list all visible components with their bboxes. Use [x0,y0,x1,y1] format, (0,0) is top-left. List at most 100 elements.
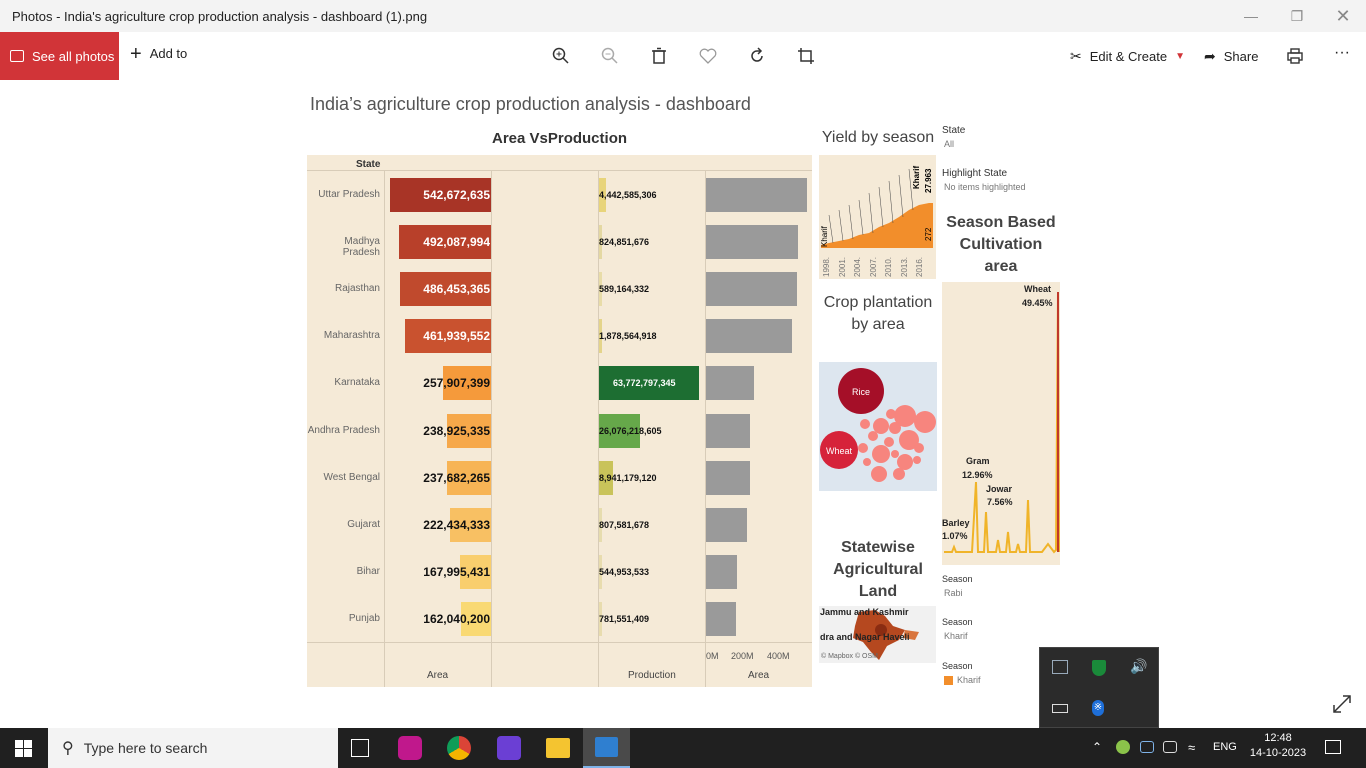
crop-bubble-chart: Rice Wheat [820,368,936,482]
state-filter-value[interactable]: All [944,139,954,149]
area-gray-bar[interactable] [706,272,797,306]
window-title: Photos - India's agriculture crop produc… [12,9,428,24]
state-column-header: State [356,159,381,170]
footer-divider [307,642,812,643]
language-indicator[interactable]: ENG [1213,741,1237,753]
state-label: Punjab [348,613,380,625]
zoom-out-icon[interactable] [600,46,620,66]
area-gray-bar[interactable] [706,177,807,212]
yield-year-label: 2004. [853,256,862,277]
cloud-sync-icon[interactable] [1163,741,1177,753]
production-value-label: 781,551,409 [599,614,650,625]
season-label-barley: Barley [942,518,970,528]
area-value-label: 167,995,431 [423,565,490,580]
windows-start-icon[interactable] [15,740,32,757]
bluetooth-icon[interactable]: ※ [1092,700,1104,716]
area-gray-bar[interactable] [706,319,792,354]
taskbar-search-box[interactable]: ⚲ Type here to search [48,728,338,768]
highlight-state-label: Highlight State [942,168,1008,179]
yield-year-label: 2001. [837,256,847,277]
highlight-state-value[interactable]: No items highlighted [944,182,1026,192]
photos-app-icon [595,737,618,757]
state-label: Madhya Pradesh [342,235,380,258]
production-value-label: 8,941,179,120 [599,472,657,483]
production-value-label: 807,581,678 [599,520,650,530]
add-to-button[interactable]: + Add to [130,42,187,65]
windows-taskbar: ⚲ Type here to search ⌃ ≈ ENG 12:48 14-1… [0,728,1366,768]
season-filter-value[interactable]: Rabi [944,588,963,598]
maximize-button[interactable]: ❐ [1274,0,1320,32]
dashboard-title: India’s agriculture crop production anal… [310,94,751,114]
clock[interactable]: 12:48 14-10-2023 [1248,732,1308,759]
area-gray-bar[interactable] [706,508,747,542]
grid-divider [491,170,492,687]
area-value-label: 542,672,635 [423,187,490,202]
yield-year-label: 2010. [884,256,893,277]
area-gray-bar[interactable] [706,602,736,637]
yield-year-label: 1998. [822,256,831,277]
onedrive-icon[interactable] [1140,741,1154,753]
area-gray-bar[interactable] [706,366,754,401]
season-legend-item[interactable]: Kharif [944,675,981,685]
see-all-photos-button[interactable]: See all photos [0,32,119,80]
rotate-icon[interactable] [747,46,767,66]
season-label-wheat: Wheat [1024,284,1051,294]
statewise-land-title: Statewise Agricultural Land [833,539,923,600]
yield-kharif-label: Kharif [912,166,921,189]
wps-office-icon[interactable] [398,736,422,760]
area-gray-bar[interactable] [706,460,750,495]
yield-value-label: 27.963 [924,168,933,193]
share-button[interactable]: ➦ Share [1204,48,1258,65]
area-gray-bar[interactable] [706,555,737,590]
more-options-button[interactable]: ··· [1334,44,1350,62]
map-credit: © Mapbox © OSM [821,653,878,660]
chrome-icon[interactable] [447,736,471,760]
grid-divider [384,170,385,687]
expand-icon[interactable] [1332,694,1352,714]
zoom-in-icon[interactable] [551,46,571,66]
file-explorer-icon[interactable] [546,738,570,758]
production-value-label: 544,953,533 [599,567,650,578]
area-value-label: 257,907,399 [423,376,490,391]
photos-taskbar-button[interactable] [583,728,630,768]
season-label-gram: Gram [966,456,990,466]
app-icon-p[interactable] [497,736,521,760]
task-view-icon[interactable] [351,739,369,757]
map-label-dnh: dra and Nagar Haveli [820,632,910,642]
battery-icon[interactable] [1052,704,1068,713]
production-value-label: 1,878,564,918 [599,331,657,342]
season-label-jowar-pct: 7.56% [987,497,1013,507]
clock-date: 14-10-2023 [1249,747,1307,759]
axis-tick: 400M [767,651,790,661]
state-label: Karnataka [334,377,380,389]
see-all-photos-label: See all photos [32,48,115,64]
minimize-button[interactable]: — [1228,0,1274,32]
close-button[interactable]: ✕ [1320,0,1366,32]
tray-app-icon[interactable] [1116,740,1130,754]
production-value-label: 824,851,676 [599,236,650,247]
chevron-up-icon[interactable]: ⌃ [1092,740,1102,754]
wifi-icon[interactable]: ≈ [1188,740,1195,755]
clock-time: 12:48 [1264,732,1292,744]
photos-toolbar: See all photos + Add to ✂ Edit & Create … [0,32,1366,80]
display-icon[interactable] [1052,660,1068,674]
print-icon[interactable] [1285,46,1305,66]
production-value-label: 4,442,585,306 [599,189,657,200]
legend-swatch [944,675,953,685]
delete-icon[interactable] [649,46,669,66]
state-label: Andhra Pradesh [307,424,380,436]
security-shield-icon[interactable] [1092,660,1106,676]
area-gray-bar[interactable] [706,413,750,448]
favorite-heart-icon[interactable] [698,46,718,66]
volume-icon[interactable]: 🔊 [1130,658,1147,675]
area-gray-bar[interactable] [706,224,798,259]
yield-by-season-title: Yield by season [821,129,935,146]
axis-tick: 200M [731,651,754,661]
plus-icon: + [130,42,142,65]
notification-icon[interactable] [1325,740,1341,754]
season-filter-value[interactable]: Kharif [944,631,968,641]
yield-chart-panel: Kharif Kharif 27.963 272 1998. 2001. 2004.… [819,155,936,279]
statewise-map[interactable]: Jammu and Kashmir dra and Nagar Haveli ©… [819,606,936,663]
crop-icon[interactable] [796,46,816,66]
edit-create-button[interactable]: ✂ Edit & Create ▼ [1070,48,1185,65]
